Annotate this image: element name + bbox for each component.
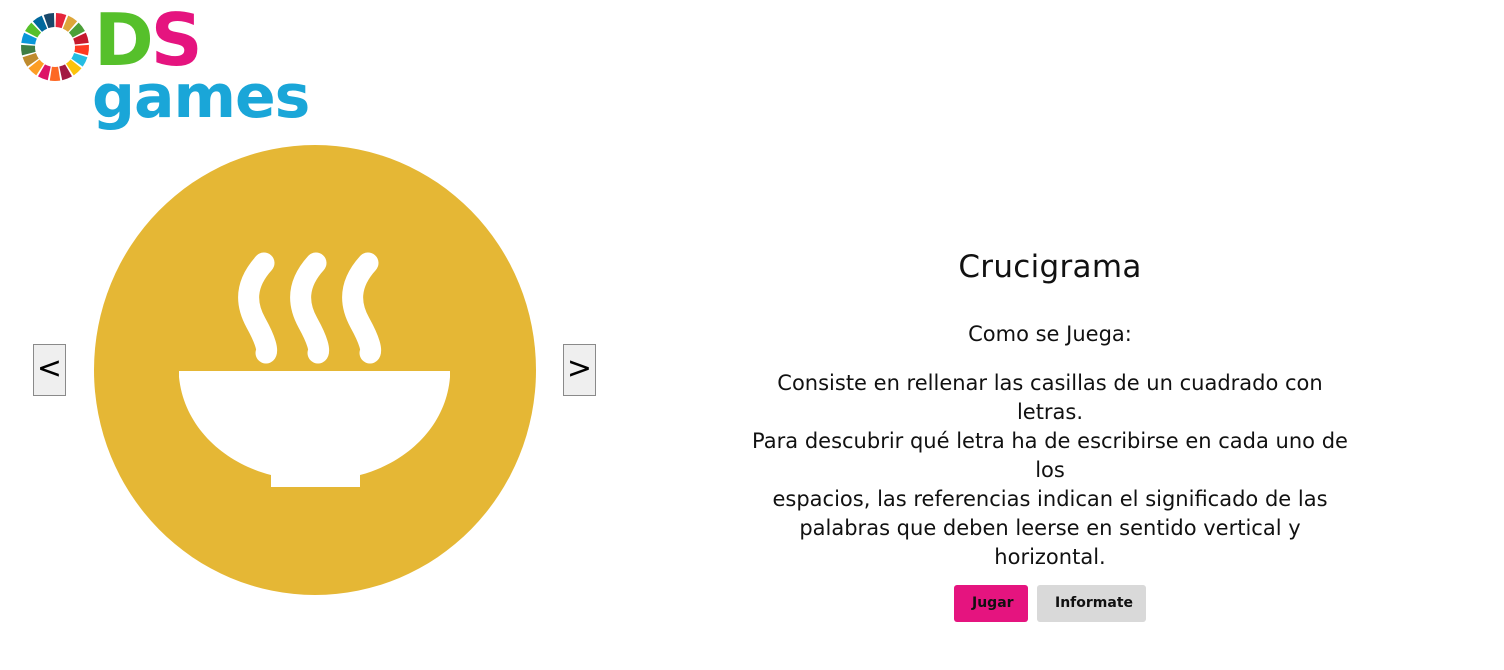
steaming-bowl-icon (179, 252, 450, 487)
goal-image (94, 145, 536, 595)
description-line: palabras que deben leerse en sentido ver… (799, 516, 1301, 569)
sdg-wheel-segment (20, 44, 36, 56)
sdg-wheel-icon (20, 13, 89, 82)
description-line: Para descubrir qué letra ha de escribirs… (752, 429, 1348, 482)
game-description: Consiste en rellenar las casillas de un … (745, 369, 1355, 572)
sdg-wheel-segment (49, 66, 61, 82)
info-button[interactable]: Informate (1037, 585, 1146, 622)
logo-games-text: games (92, 62, 310, 132)
game-title: Crucigrama (958, 249, 1142, 285)
ods-games-logo[interactable]: DS games (20, 4, 320, 140)
play-button[interactable]: Jugar (954, 585, 1028, 622)
next-goal-button[interactable]: > (563, 344, 596, 396)
previous-goal-button[interactable]: < (33, 344, 66, 396)
description-line: espacios, las referencias indican el sig… (772, 487, 1328, 511)
sdg-wheel-segment (74, 44, 89, 56)
game-actions: Jugar Informate (740, 585, 1360, 622)
description-line: Consiste en rellenar las casillas de un … (777, 371, 1323, 424)
how-to-play-label: Como se Juega: (968, 322, 1132, 346)
game-info-panel: Crucigrama Como se Juega: Consiste en re… (740, 245, 1360, 622)
